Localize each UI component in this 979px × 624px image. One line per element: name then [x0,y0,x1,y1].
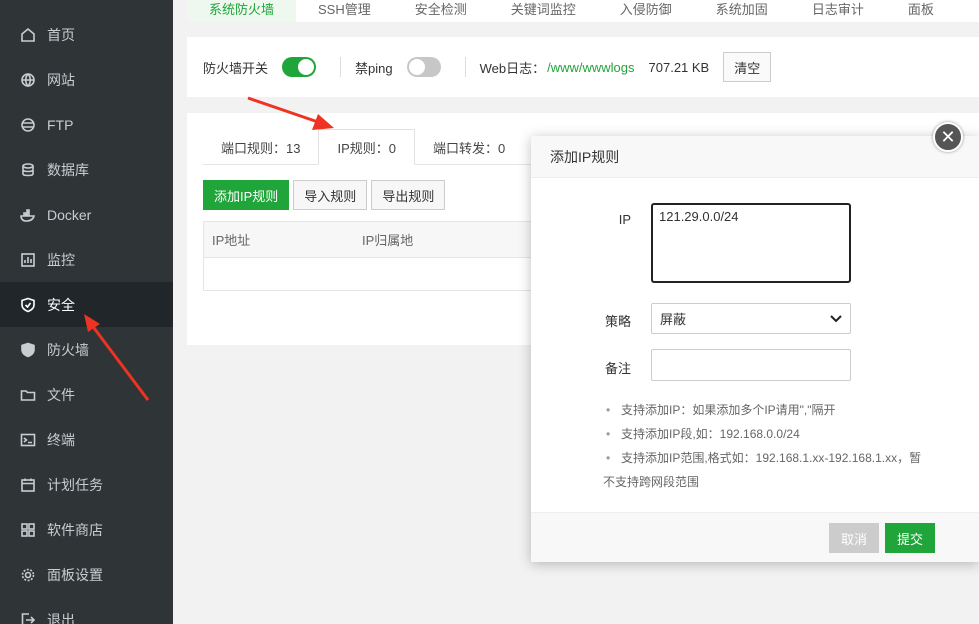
sidebar-item-ftp[interactable]: FTP [0,102,173,147]
apps-icon [20,522,36,538]
note-label: 备注 [604,361,631,376]
home-icon [20,27,36,43]
tab-keyword-monitor[interactable]: 关键词监控 [489,0,598,18]
sidebar-item-label: 终端 [47,431,75,448]
sidebar-item-terminal[interactable]: 终端 [0,417,173,462]
close-icon: ✕ [940,127,956,147]
ip-textarea[interactable] [651,203,851,283]
clear-log-button[interactable]: 清空 [723,52,772,82]
tab-port-rules[interactable]: 端口规则：13 [203,129,318,165]
sidebar-item-firewall[interactable]: 防火墙 [0,327,173,372]
calendar-icon [20,477,36,493]
note-input[interactable] [651,349,851,381]
submit-button[interactable]: 提交 [885,523,936,553]
dialog-footer: 取消 提交 [531,512,979,562]
sidebar-item-label: 计划任务 [47,476,103,493]
tab-hardening[interactable]: 系统加固 [694,0,790,18]
sidebar-item-monitor[interactable]: 监控 [0,237,173,282]
tip-item: 支持添加IP范围,格式如：192.168.1.xx-192.168.1.xx，暂… [603,446,933,494]
tab-ip-rules[interactable]: IP规则：0 [318,129,415,165]
chevron-down-icon [830,311,842,326]
firewall-toggle[interactable] [282,57,317,77]
monitor-icon [20,252,36,268]
policy-select[interactable]: 屏蔽 [651,303,851,334]
docker-icon [20,207,36,223]
ping-toggle[interactable] [406,57,441,77]
sidebar-item-label: 数据库 [47,161,89,178]
firewall-switch-label: 防火墙开关 [203,60,269,76]
tab-ssh[interactable]: SSH管理 [296,0,393,18]
sidebar-item-label: 退出 [47,611,75,624]
sidebar: 首页 网站 FTP 数据库 Docker 监控 安全 防火墙 文件 终端 计划任… [0,0,173,624]
tab-panel[interactable]: 面板 [886,0,956,18]
close-dialog-button[interactable]: ✕ [933,122,963,152]
policy-selected-value: 屏蔽 [660,312,687,327]
sidebar-item-label: FTP [47,116,74,133]
weblog-label: Web日志： [479,60,546,76]
sidebar-item-docker[interactable]: Docker [0,192,173,237]
database-icon [20,162,36,178]
tab-log-audit[interactable]: 日志审计 [790,0,886,18]
ftp-icon [20,117,36,133]
tab-intrusion[interactable]: 入侵防御 [598,0,694,18]
gear-icon [20,567,36,583]
tab-system-firewall[interactable]: 系统防火墙 [187,0,297,22]
sidebar-item-home[interactable]: 首页 [0,12,173,57]
export-rules-button[interactable]: 导出规则 [371,180,446,210]
tip-item: 支持添加IP段,如：192.168.0.0/24 [603,422,933,446]
weblog-path-link[interactable]: /www/wwwlogs [547,60,634,75]
sidebar-item-files[interactable]: 文件 [0,372,173,417]
firewall-icon [20,342,36,358]
rule-actions: 添加IP规则 导入规则 导出规则 [203,180,446,210]
sidebar-item-logout[interactable]: 退出 [0,597,173,624]
sidebar-item-database[interactable]: 数据库 [0,147,173,192]
tip-item: 支持添加IP：如果添加多个IP请用","隔开 [603,398,933,422]
weblog-size: 707.21 KB [648,59,710,75]
sidebar-item-label: 网站 [47,71,75,88]
import-rules-button[interactable]: 导入规则 [293,180,368,210]
sidebar-item-label: 软件商店 [47,521,103,538]
sidebar-item-label: 文件 [47,386,75,403]
sidebar-item-store[interactable]: 软件商店 [0,507,173,552]
sidebar-item-label: 安全 [47,296,75,313]
policy-label: 策略 [604,314,631,329]
add-ip-rule-dialog: 添加IP规则 IP 策略 屏蔽 备注 支持添加IP：如果添加多个IP请用","隔… [531,136,979,562]
sidebar-item-label: 首页 [47,26,75,43]
cancel-button[interactable]: 取消 [829,523,880,553]
sidebar-item-settings[interactable]: 面板设置 [0,552,173,597]
logout-icon [20,612,36,624]
ip-label: IP [618,212,631,227]
sidebar-item-label: 面板设置 [47,566,103,583]
sidebar-item-cron[interactable]: 计划任务 [0,462,173,507]
add-ip-rule-button[interactable]: 添加IP规则 [203,180,290,210]
top-tabs: 系统防火墙 SSH管理 安全检测 关键词监控 入侵防御 系统加固 日志审计 面板 [187,0,979,22]
sidebar-item-website[interactable]: 网站 [0,57,173,102]
shield-icon [20,297,36,313]
divider [464,57,466,77]
sidebar-item-label: Docker [47,206,92,223]
tab-port-forward[interactable]: 端口转发：0 [415,129,523,165]
dialog-title: 添加IP规则 [531,136,979,178]
column-ip-location[interactable]: IP归属地 [354,230,413,249]
globe-icon [20,72,36,88]
folder-icon [20,387,36,403]
tab-security-scan[interactable]: 安全检测 [393,0,489,18]
ping-label: 禁ping [355,60,393,76]
terminal-icon [20,432,36,448]
sidebar-item-label: 防火墙 [47,341,89,358]
column-ip-address[interactable]: IP地址 [204,230,354,249]
divider [340,57,342,77]
sidebar-item-security[interactable]: 安全 [0,282,173,327]
firewall-status-bar: 防火墙开关 禁ping Web日志： /www/wwwlogs 707.21 K… [187,37,979,97]
help-tips: 支持添加IP：如果添加多个IP请用","隔开 支持添加IP段,如：192.168… [603,398,933,494]
sidebar-item-label: 监控 [47,251,75,268]
